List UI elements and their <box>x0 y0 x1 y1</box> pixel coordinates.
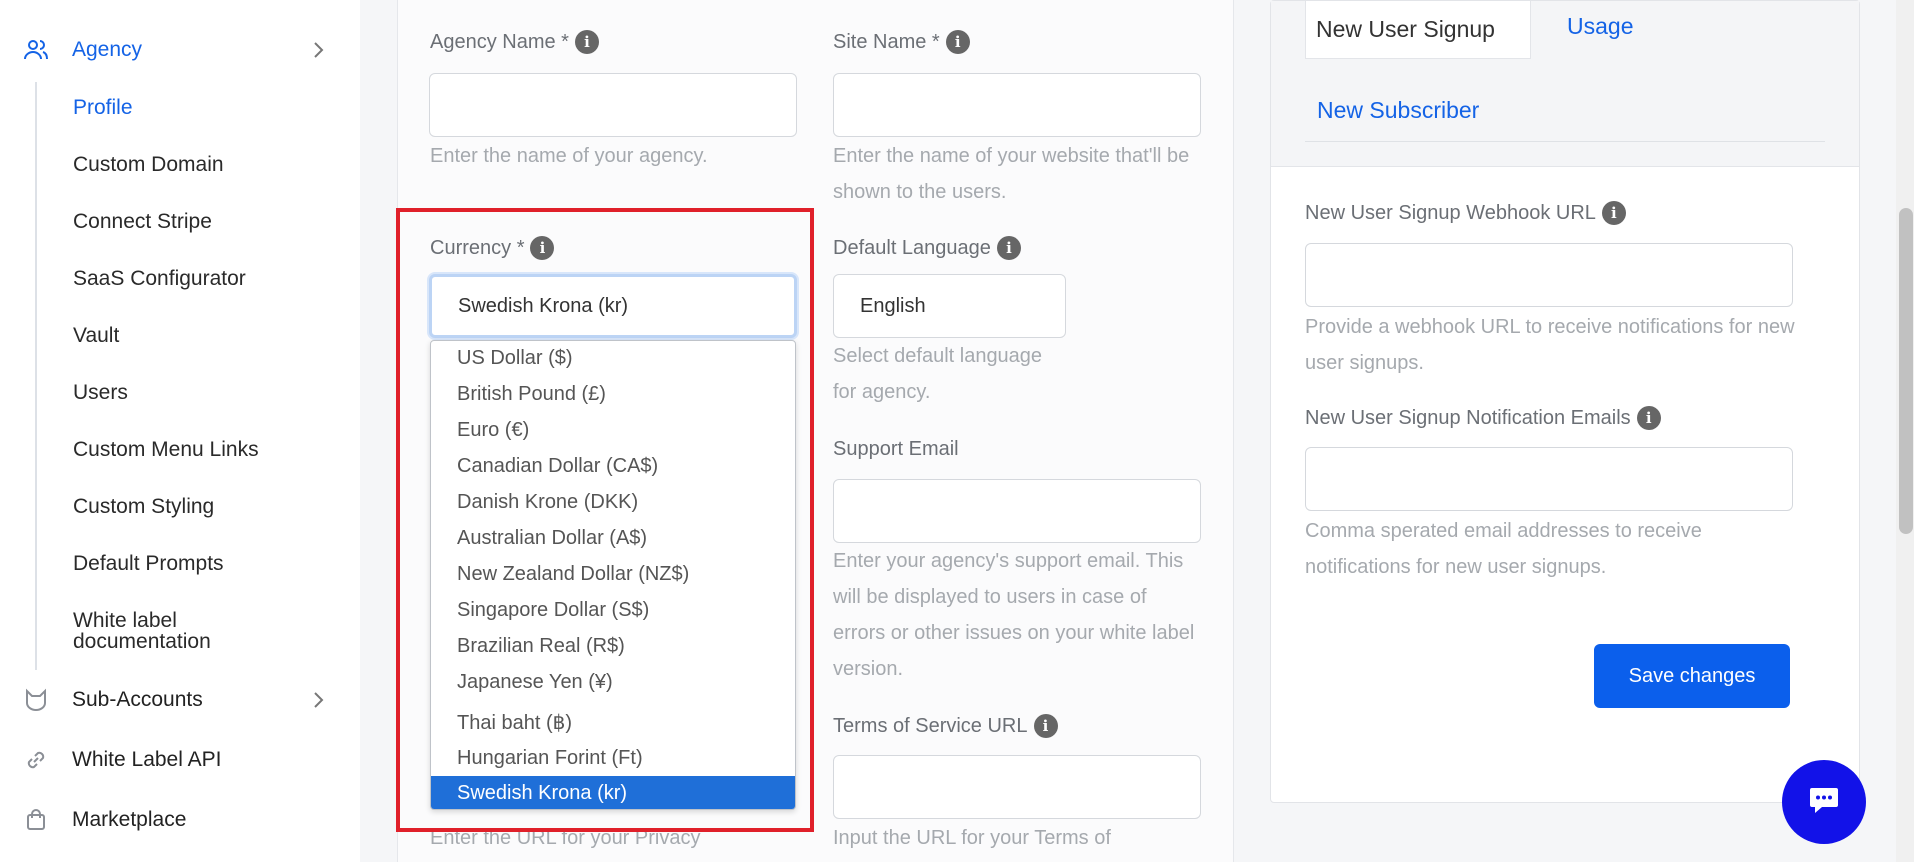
sidebar-item-label: Agency <box>72 38 143 61</box>
label-text: New User Signup Notification Emails <box>1305 406 1631 429</box>
tab-new-user-signup[interactable]: New User Signup <box>1305 1 1531 59</box>
currency-option[interactable]: British Pound (£) <box>431 377 795 411</box>
chevron-right-icon <box>308 38 328 67</box>
cat-icon <box>22 686 50 714</box>
currency-option-selected[interactable]: Swedish Krona (kr) <box>431 776 795 809</box>
info-icon[interactable]: i <box>1636 406 1661 430</box>
chat-button[interactable] <box>1782 760 1866 844</box>
currency-option[interactable]: Australian Dollar (A$) <box>431 521 795 555</box>
sidebar-subitem-white-label-docs[interactable]: White label documentation <box>73 610 273 652</box>
sidebar-item-sub-accounts[interactable]: Sub-Accounts <box>22 678 342 722</box>
info-icon[interactable]: i <box>945 30 970 54</box>
currency-option[interactable]: New Zealand Dollar (NZ$) <box>431 557 795 591</box>
site-name-help: Enter the name of your website that'll b… <box>833 145 1190 203</box>
link-icon <box>22 746 50 774</box>
label-text: Terms of Service URL <box>833 714 1028 737</box>
sidebar-subitem-saas-configurator[interactable]: SaaS Configurator <box>73 268 246 289</box>
sidebar-subitem-custom-styling[interactable]: Custom Styling <box>73 496 214 517</box>
scrollbar-thumb[interactable] <box>1899 208 1913 534</box>
info-icon[interactable]: i <box>574 30 599 54</box>
site-name-label: Site Name * i <box>833 30 970 54</box>
label-text: Currency * <box>430 236 525 259</box>
save-changes-button[interactable]: Save changes <box>1594 644 1790 708</box>
privacy-url-help: Enter the URL for your Privacy <box>430 827 701 849</box>
users-icon <box>22 36 50 64</box>
currency-option[interactable]: Brazilian Real (R$) <box>431 629 795 663</box>
support-email-help: Enter your agency's support email. This … <box>833 550 1195 680</box>
sidebar-item-agency[interactable]: Agency <box>22 28 342 72</box>
subnav-line <box>35 82 37 670</box>
site-name-input[interactable] <box>833 73 1201 137</box>
default-language-select[interactable]: English <box>833 274 1066 338</box>
currency-option[interactable]: Danish Krone (DKK) <box>431 485 795 519</box>
info-icon[interactable]: i <box>1601 201 1626 225</box>
currency-option[interactable]: Thai baht (฿) <box>431 705 795 739</box>
sidebar-item-label: Marketplace <box>72 808 187 831</box>
agency-name-help: Enter the name of your agency. <box>430 145 708 167</box>
chat-bubble-icon <box>1808 785 1840 820</box>
sidebar-subitem-profile[interactable]: Profile <box>73 97 133 118</box>
sidebar-subitem-users[interactable]: Users <box>73 382 128 403</box>
currency-option[interactable]: Euro (€) <box>431 413 795 447</box>
shopping-bag-icon <box>22 806 50 834</box>
sidebar-item-label: Sub-Accounts <box>72 688 203 711</box>
support-email-label: Support Email <box>833 438 959 461</box>
currency-option[interactable]: Hungarian Forint (Ft) <box>431 741 795 775</box>
sidebar-subitem-vault[interactable]: Vault <box>73 325 119 346</box>
default-language-help: Select default language for agency. <box>833 345 1043 403</box>
tab-divider <box>1305 141 1825 142</box>
notification-emails-help: Comma sperated email addresses to receiv… <box>1305 520 1702 578</box>
currency-option[interactable]: Japanese Yen (¥) <box>431 665 795 699</box>
currency-dropdown[interactable]: US Dollar ($) British Pound (£) Euro (€)… <box>430 340 796 810</box>
info-icon[interactable]: i <box>1033 714 1058 738</box>
signup-webhook-url-input[interactable] <box>1305 243 1793 307</box>
terms-url-help: Input the URL for your Terms of <box>833 827 1111 849</box>
currency-option[interactable]: Canadian Dollar (CA$) <box>431 449 795 483</box>
tab-usage[interactable]: Usage <box>1567 13 1633 40</box>
sidebar-subitem-custom-menu-links[interactable]: Custom Menu Links <box>73 439 259 460</box>
sidebar-subitem-custom-domain[interactable]: Custom Domain <box>73 154 224 175</box>
notification-emails-input[interactable] <box>1305 447 1793 511</box>
label-text: Default Language <box>833 236 991 259</box>
currency-option[interactable]: US Dollar ($) <box>431 341 795 375</box>
label-text: Site Name * <box>833 30 940 53</box>
sidebar-item-white-label-api[interactable]: White Label API <box>22 738 342 782</box>
label-text: Agency Name * <box>430 30 569 53</box>
currency-select[interactable]: Swedish Krona (kr) <box>429 274 797 338</box>
signup-webhook-url-help: Provide a webhook URL to receive notific… <box>1305 316 1795 374</box>
tab-bar: New User Signup Usage New Subscriber <box>1271 1 1859 167</box>
sidebar-subitem-connect-stripe[interactable]: Connect Stripe <box>73 211 212 232</box>
support-email-input[interactable] <box>833 479 1201 543</box>
terms-url-label: Terms of Service URL i <box>833 714 1058 738</box>
agency-name-input[interactable] <box>429 73 797 137</box>
signup-webhook-url-label: New User Signup Webhook URL i <box>1305 201 1626 225</box>
chevron-right-icon <box>308 688 328 717</box>
notification-emails-label: New User Signup Notification Emails i <box>1305 406 1661 430</box>
info-icon[interactable]: i <box>996 236 1021 260</box>
sidebar: Agency Profile Custom Domain Connect Str… <box>0 0 360 862</box>
agency-name-label: Agency Name * i <box>430 30 599 54</box>
info-icon[interactable]: i <box>530 236 555 260</box>
default-language-label: Default Language i <box>833 236 1021 260</box>
label-text: Support Email <box>833 438 959 460</box>
terms-url-input[interactable] <box>833 755 1201 819</box>
sidebar-item-marketplace[interactable]: Marketplace <box>22 798 342 842</box>
currency-option[interactable]: Singapore Dollar (S$) <box>431 593 795 627</box>
currency-label: Currency * i <box>430 236 555 260</box>
tab-new-subscriber[interactable]: New Subscriber <box>1317 97 1479 124</box>
label-text: New User Signup Webhook URL <box>1305 201 1596 224</box>
sidebar-item-label: White Label API <box>72 748 222 771</box>
sidebar-subitem-default-prompts[interactable]: Default Prompts <box>73 553 224 574</box>
